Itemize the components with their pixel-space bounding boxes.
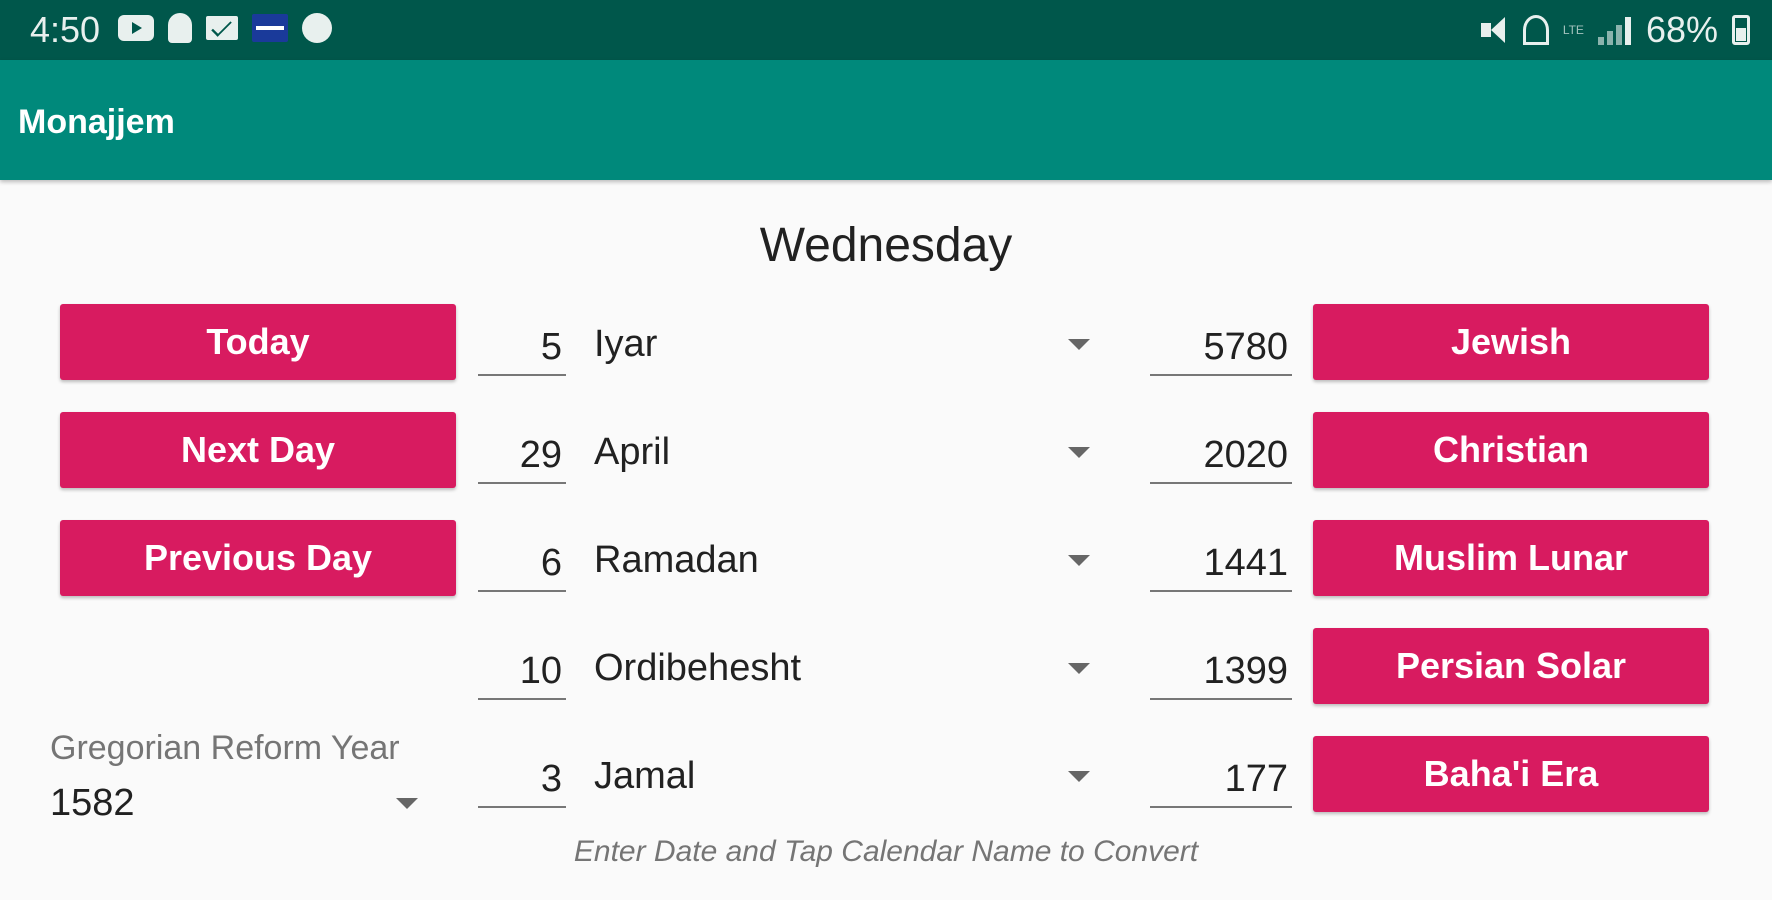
weekday-label: Wednesday (759, 219, 1013, 272)
muslim-day-field[interactable]: 6 (478, 534, 566, 592)
persian-month-value: Ordibehesht (594, 647, 802, 689)
jewish-month-select[interactable]: Iyar (594, 314, 1094, 374)
notification-icons (118, 13, 332, 43)
reform-year-label: Gregorian Reform Year (50, 729, 400, 767)
bahai-month-select[interactable]: Jamal (594, 746, 1094, 806)
mail-icon (206, 16, 238, 40)
status-bar: 4:50 LTE 68% (0, 0, 1772, 60)
chevron-down-icon[interactable] (396, 798, 418, 809)
hotspot-icon (1522, 15, 1549, 45)
reform-year-value: 1582 (50, 782, 135, 824)
chevron-down-icon[interactable] (1068, 555, 1090, 566)
app-bar: Monajjem (0, 60, 1772, 180)
battery-percent: 68% (1645, 9, 1718, 50)
christian-year-field[interactable]: 2020 (1150, 426, 1292, 484)
jewish-button[interactable]: Jewish (1313, 304, 1709, 380)
christian-month-value: April (594, 431, 671, 473)
muslim-month-select[interactable]: Ramadan (594, 530, 1094, 590)
system-icons: LTE 68% (1479, 8, 1750, 52)
chevron-down-icon[interactable] (1068, 447, 1090, 458)
signal-icon (1597, 15, 1632, 45)
muslim-year-field[interactable]: 1441 (1150, 534, 1292, 592)
jewish-year-field[interactable]: 5780 (1150, 318, 1292, 376)
today-button[interactable]: Today (60, 304, 456, 380)
christian-button[interactable]: Christian (1313, 412, 1709, 488)
chevron-down-icon[interactable] (1068, 339, 1090, 350)
persian-month-select[interactable]: Ordibehesht (594, 638, 1094, 698)
previous-day-button[interactable]: Previous Day (60, 520, 456, 596)
bahai-month-value: Jamal (594, 755, 696, 797)
snapchat-icon (168, 13, 192, 43)
jewish-month-value: Iyar (594, 323, 658, 365)
muslim-lunar-button[interactable]: Muslim Lunar (1313, 520, 1709, 596)
muslim-month-value: Ramadan (594, 539, 759, 581)
status-time: 4:50 (30, 9, 101, 50)
persian-day-field[interactable]: 10 (478, 642, 566, 700)
bahai-year-field[interactable]: 177 (1150, 750, 1292, 808)
chat-icon (302, 13, 332, 43)
bahai-day-field[interactable]: 3 (478, 750, 566, 808)
next-day-button[interactable]: Next Day (60, 412, 456, 488)
hint-text: Enter Date and Tap Calendar Name to Conv… (573, 835, 1199, 868)
jewish-day-field[interactable]: 5 (478, 318, 566, 376)
bahai-era-button[interactable]: Baha'i Era (1313, 736, 1709, 812)
app-title: Monajjem (18, 103, 175, 141)
mute-icon (1479, 15, 1509, 45)
christian-day-field[interactable]: 29 (478, 426, 566, 484)
chevron-down-icon[interactable] (1068, 771, 1090, 782)
chevron-down-icon[interactable] (1068, 663, 1090, 674)
flag-icon (252, 14, 288, 42)
persian-year-field[interactable]: 1399 (1150, 642, 1292, 700)
lte-icon: LTE (1562, 23, 1584, 37)
christian-month-select[interactable]: April (594, 422, 1094, 482)
persian-solar-button[interactable]: Persian Solar (1313, 628, 1709, 704)
battery-icon (1732, 15, 1750, 45)
reform-year-select[interactable]: 1582 (50, 778, 430, 828)
youtube-icon (118, 15, 154, 41)
